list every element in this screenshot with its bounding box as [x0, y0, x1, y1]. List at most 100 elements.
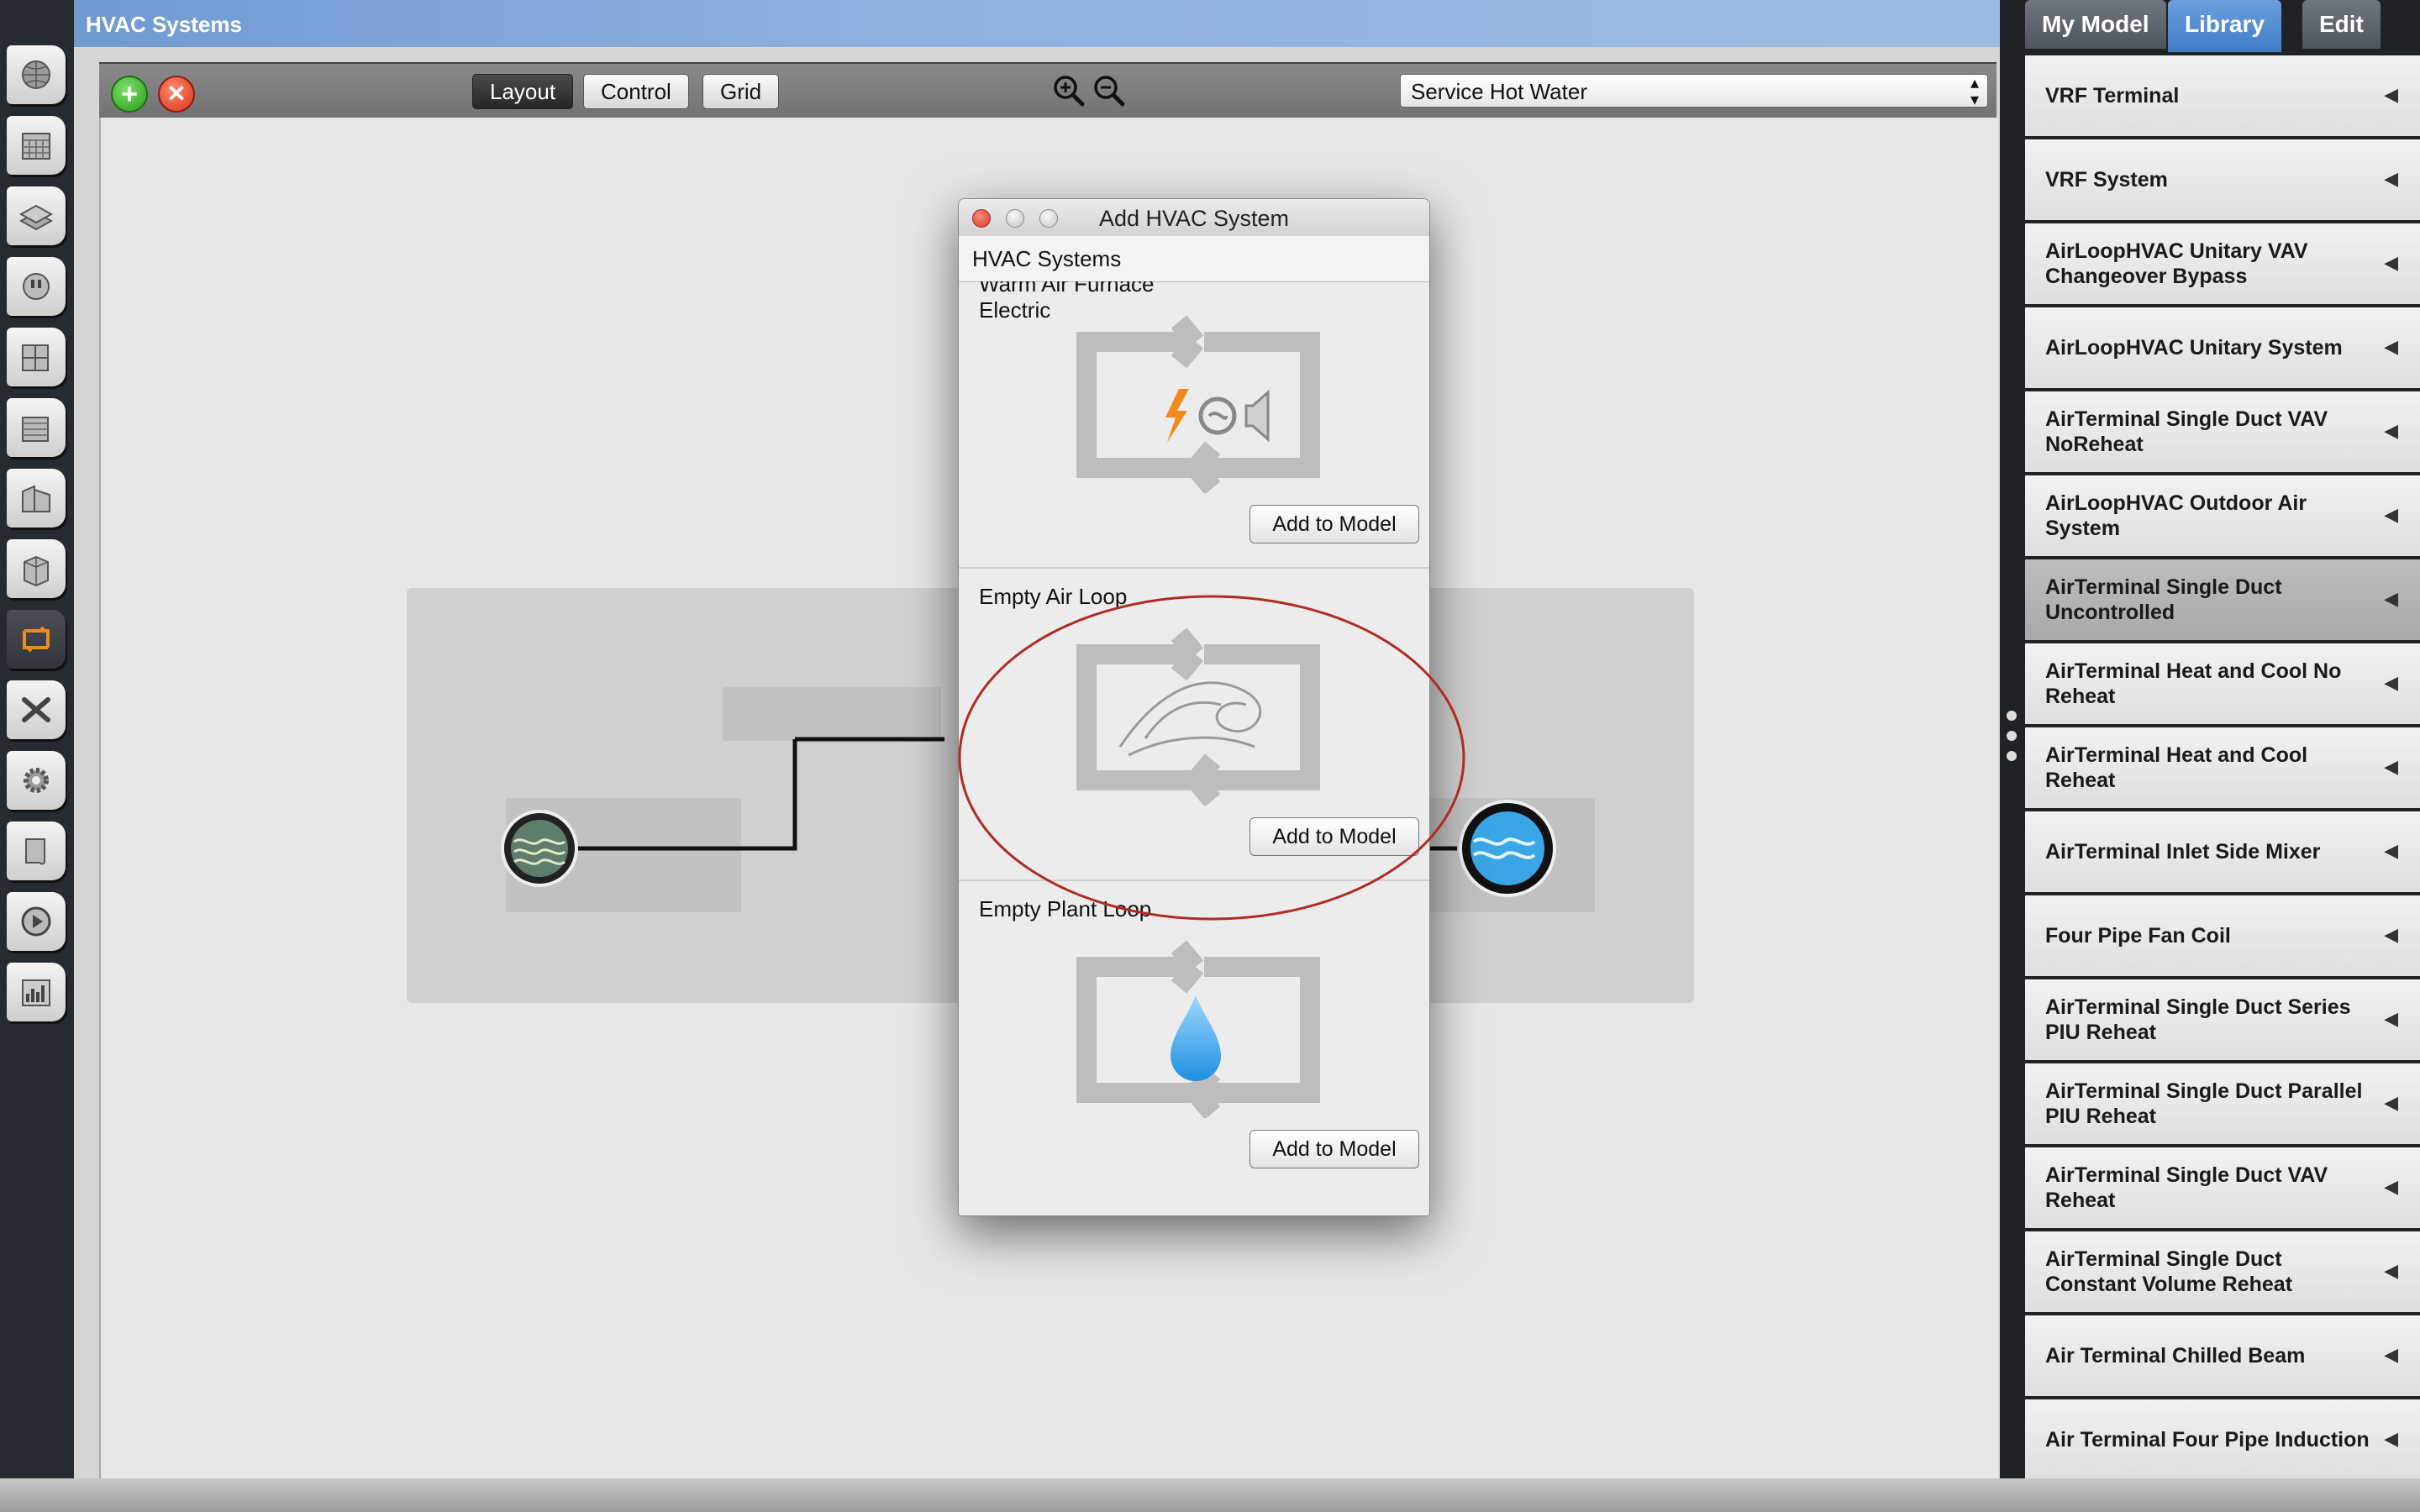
library-item[interactable]: AirTerminal Heat and Cool Reheat ◀ — [2025, 727, 2420, 808]
library-item[interactable]: Four Pipe Fan Coil ◀ — [2025, 895, 2420, 976]
zoom-out-icon[interactable] — [1091, 72, 1128, 109]
library-item-label: AirLoopHVAC Unitary System — [2045, 336, 2343, 360]
remove-loop-button[interactable]: ✕ — [158, 76, 195, 113]
library-item-label: AirTerminal Single Duct Parallel PIU Reh… — [2045, 1079, 2363, 1128]
page-title: HVAC Systems — [86, 12, 242, 37]
bottom-status-strip — [0, 1478, 2420, 1512]
library-item-label: AirTerminal Single Duct Constant Volume … — [2045, 1247, 2293, 1296]
layout-button[interactable]: Layout — [472, 74, 574, 109]
library-item-label: Four Pipe Fan Coil — [2045, 924, 2231, 948]
water-drop-icon — [1171, 995, 1221, 1081]
library-item-label: AirTerminal Single Duct VAV NoReheat — [2045, 407, 2328, 456]
library-item-selected[interactable]: AirTerminal Single Duct Uncontrolled ◀ — [2025, 559, 2420, 640]
schedules-icon — [22, 133, 50, 160]
loop-select-value: Service Hot Water — [1411, 79, 1587, 104]
library-item[interactable]: AirTerminal Single Duct Series PIU Rehea… — [2025, 979, 2420, 1060]
triangle-left-icon: ◀ — [2384, 1008, 2398, 1029]
triangle-left-icon: ◀ — [2384, 420, 2398, 441]
triangle-left-icon: ◀ — [2384, 924, 2398, 945]
library-item-label: VRF System — [2045, 168, 2168, 192]
supply-outlet-node-icon[interactable] — [501, 810, 578, 887]
building-summary-tab-button[interactable] — [7, 680, 66, 739]
geometry-tab-button[interactable] — [7, 398, 66, 457]
library-item[interactable]: AirTerminal Single Duct VAV Reheat ◀ — [2025, 1147, 2420, 1228]
tab-edit[interactable]: Edit — [2302, 0, 2381, 49]
library-item-label: AirLoopHVAC Outdoor Air System — [2045, 491, 2307, 540]
library-item-label: Air Terminal Four Pipe Induction — [2045, 1428, 2370, 1452]
system-card: Empty Air Loop Add to Model — [959, 569, 1429, 881]
library-item-label: AirTerminal Single Duct Uncontrolled — [2045, 575, 2282, 624]
system-name: Empty Plant Loop — [979, 896, 1152, 921]
site-tab-button[interactable] — [7, 45, 66, 104]
add-to-model-button[interactable]: Add to Model — [1249, 1130, 1419, 1168]
measures-tab-button[interactable] — [7, 751, 66, 810]
library-item[interactable]: AirLoopHVAC Unitary System ◀ — [2025, 307, 2420, 388]
hvac-systems-tab-button[interactable] — [7, 610, 66, 669]
library-item-label: AirTerminal Heat and Cool Reheat — [2045, 743, 2308, 792]
splitter-handle[interactable] — [2007, 731, 2017, 741]
tab-library[interactable]: Library — [2168, 0, 2281, 52]
results-summary-icon — [22, 979, 50, 1006]
close-icon: ✕ — [166, 81, 187, 107]
facility-icon — [22, 485, 50, 512]
furnace-loop-icon — [1076, 315, 1320, 493]
splitter-handle[interactable] — [2007, 751, 2017, 761]
space-types-icon — [22, 344, 49, 371]
library-item[interactable]: AirTerminal Single Duct Constant Volume … — [2025, 1231, 2420, 1312]
supply-inlet-node-icon[interactable] — [1459, 800, 1556, 897]
plus-icon: + — [121, 78, 138, 110]
zoom-in-icon[interactable] — [1050, 72, 1087, 109]
select-arrows-icon: ▴ ▾ — [1970, 74, 1979, 109]
triangle-left-icon: ◀ — [2384, 840, 2398, 861]
triangle-left-icon: ◀ — [2384, 84, 2398, 105]
loads-tab-button[interactable] — [7, 257, 66, 316]
hvac-toolbar: + ✕ Layout Control Grid Service Hot Wate… — [99, 62, 1996, 118]
system-card: Warm Air Furnace Electric Add to Model — [959, 281, 1429, 569]
system-card: Empty Plant Loop Add to Model — [959, 881, 1429, 1192]
library-item[interactable]: Air Terminal Four Pipe Induction ◀ — [2025, 1399, 2420, 1480]
spaces-tab-button[interactable] — [7, 539, 66, 598]
library-item[interactable]: AirTerminal Single Duct Parallel PIU Reh… — [2025, 1063, 2420, 1144]
library-item-label: AirTerminal Single Duct VAV Reheat — [2045, 1163, 2328, 1212]
speaker-damper-icon — [1244, 389, 1270, 443]
triangle-left-icon: ◀ — [2384, 1176, 2398, 1197]
supply-region — [723, 687, 941, 741]
library-item[interactable]: AirLoopHVAC Outdoor Air System ◀ — [2025, 475, 2420, 556]
add-hvac-system-dialog: Add HVAC System HVAC Systems Warm Air Fu… — [958, 198, 1430, 1216]
dialog-header-label: HVAC Systems — [972, 246, 1122, 271]
library-item[interactable]: AirTerminal Single Duct VAV NoReheat ◀ — [2025, 391, 2420, 472]
loop-select-dropdown[interactable]: Service Hot Water ▴ ▾ — [1400, 74, 1988, 108]
library-item[interactable]: Air Terminal Chilled Beam ◀ — [2025, 1315, 2420, 1396]
library-item-label: AirTerminal Heat and Cool No Reheat — [2045, 659, 2342, 708]
library-item[interactable]: VRF Terminal ◀ — [2025, 55, 2420, 136]
panel-splitter[interactable] — [2000, 0, 2025, 1478]
results-summary-tab-button[interactable] — [7, 963, 66, 1021]
library-item[interactable]: AirTerminal Inlet Side Mixer ◀ — [2025, 811, 2420, 892]
grid-button[interactable]: Grid — [702, 74, 780, 109]
simulation-settings-tab-button[interactable] — [7, 822, 66, 880]
run-simulation-tab-button[interactable] — [7, 892, 66, 951]
schedules-tab-button[interactable] — [7, 116, 66, 175]
library-item[interactable]: AirTerminal Heat and Cool No Reheat ◀ — [2025, 643, 2420, 724]
triangle-left-icon: ◀ — [2384, 1428, 2398, 1449]
add-to-model-button[interactable]: Add to Model — [1249, 817, 1419, 856]
facility-tab-button[interactable] — [7, 469, 66, 528]
library-item-label: AirTerminal Single Duct Series PIU Rehea… — [2045, 995, 2351, 1044]
geometry-icon — [22, 417, 49, 442]
library-item[interactable]: AirLoopHVAC Unitary VAV Changeover Bypas… — [2025, 223, 2420, 304]
library-item-label: AirLoopHVAC Unitary VAV Changeover Bypas… — [2045, 239, 2308, 288]
control-button[interactable]: Control — [583, 74, 689, 109]
spaces-icon — [24, 555, 49, 587]
add-to-model-button[interactable]: Add to Model — [1249, 505, 1419, 543]
main-title-bar: HVAC Systems — [74, 0, 2000, 47]
add-loop-button[interactable]: + — [111, 76, 148, 113]
space-types-tab-button[interactable] — [7, 328, 66, 386]
triangle-left-icon: ◀ — [2384, 756, 2398, 777]
constructions-tab-button[interactable] — [7, 186, 66, 245]
building-summary-icon — [22, 697, 50, 722]
splitter-handle[interactable] — [2007, 711, 2017, 721]
hvac-systems-icon — [23, 626, 50, 653]
system-list[interactable]: Warm Air Furnace Electric Add to Model E… — [959, 281, 1429, 1215]
library-item[interactable]: VRF System ◀ — [2025, 139, 2420, 220]
tab-my-model[interactable]: My Model — [2025, 0, 2166, 49]
